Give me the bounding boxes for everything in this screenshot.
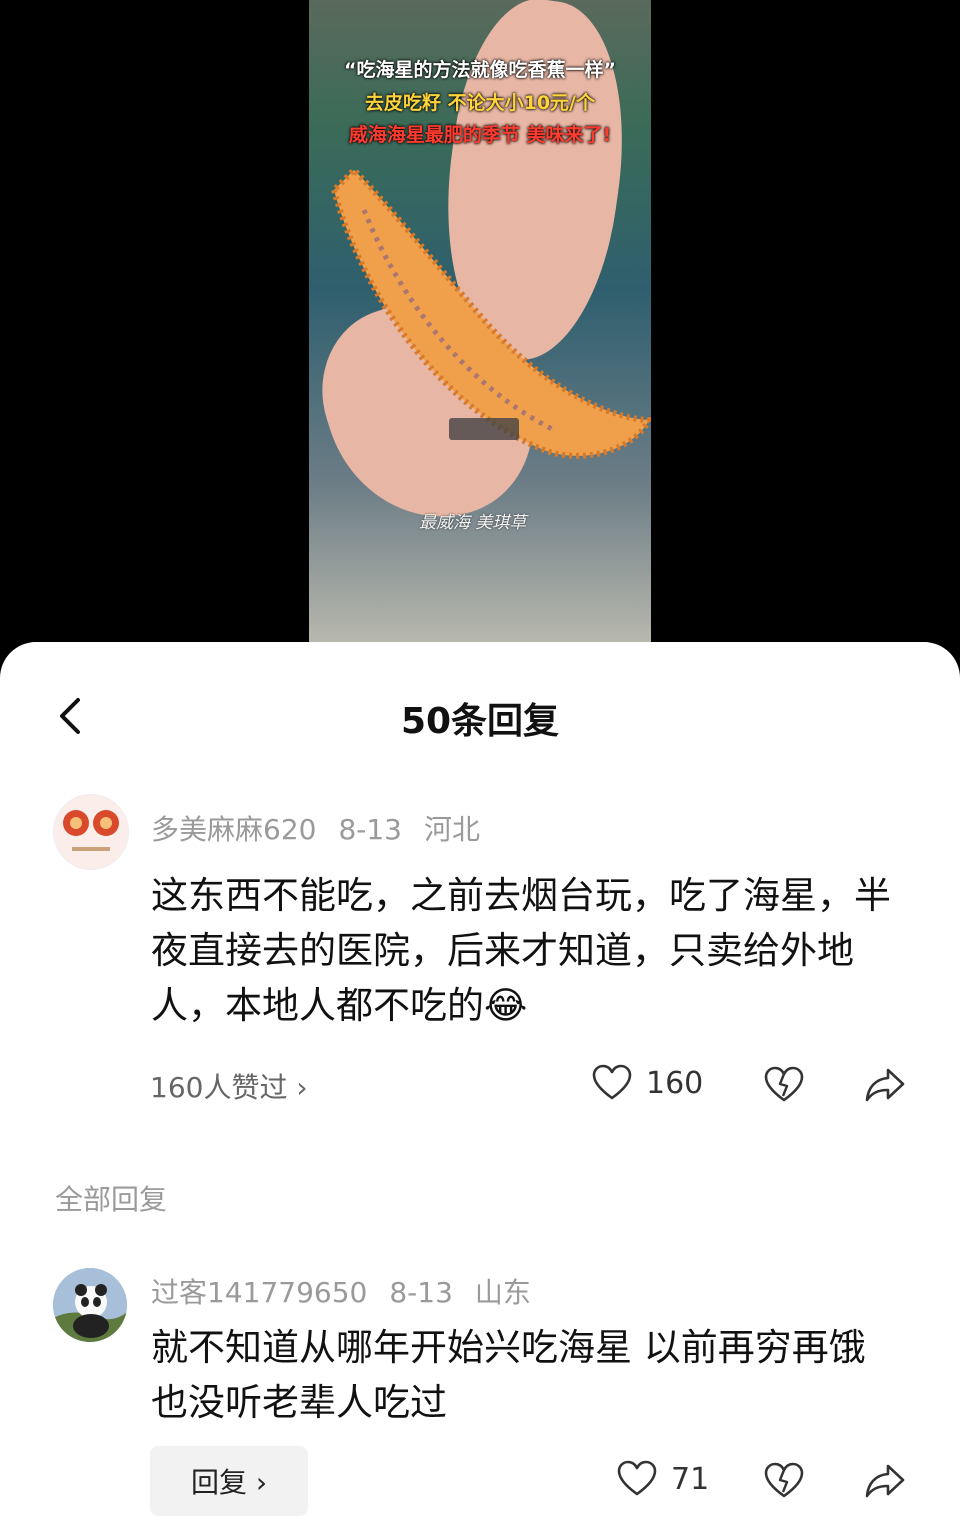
comment-text: 这东西不能吃，之前去烟台玩，吃了海星，半夜直接去的医院，后来才知道，只卖给外地人… [151,868,921,1033]
share-icon [865,1464,905,1498]
avatar[interactable] [53,794,129,870]
replies-sheet: 50条回复 多美麻麻620 8-13 河北 这东西不能吃，之前去烟台玩，吃了海星，半… [0,642,960,1525]
reply-button[interactable]: 回复 › [150,1446,308,1516]
comment-date: 8-13 [338,813,402,846]
username[interactable]: 过客141779650 [151,1276,367,1309]
comment-location: 河北 [424,813,481,846]
like-button[interactable]: 160 [592,1064,703,1102]
reply-text: 就不知道从哪年开始兴吃海星 以前再穷再饿也没听老辈人吃过 [151,1326,866,1424]
dislike-button[interactable] [764,1066,804,1104]
like-count: 71 [671,1461,710,1497]
reply-meta: 过客141779650 8-13 山东 [151,1271,553,1311]
reply-date: 8-13 [389,1276,453,1309]
share-button[interactable] [864,1066,906,1104]
like-count: 160 [646,1065,704,1101]
all-replies-label: 全部回复 [55,1183,168,1216]
video-caption-2: 去皮吃籽 不论大小10元/个 [365,92,595,114]
reply-location: 山东 [474,1276,531,1309]
dislike-icon [764,1066,804,1102]
video-caption-3: 威海海星最肥的季节 美味来了! [348,124,612,146]
heart-icon [617,1460,657,1496]
laughing-emoji-icon: 😂 [484,984,528,1027]
video-watermark: 最威海 美琪草 [419,513,527,533]
share-icon [865,1068,905,1102]
like-button[interactable]: 71 [617,1460,709,1498]
dislike-button[interactable] [764,1462,804,1500]
liked-by-link[interactable]: 160人赞过 › [150,1066,308,1106]
blurred-overlay [449,418,519,440]
heart-icon [592,1064,632,1100]
comment-meta: 多美麻麻620 8-13 河北 [151,808,502,848]
dislike-icon [764,1462,804,1498]
username[interactable]: 多美麻麻620 [151,813,316,846]
avatar[interactable] [53,1268,127,1342]
video-caption-1: “吃海星的方法就像吃香蕉一样” [344,59,616,81]
page-title: 50条回复 [400,701,560,742]
video-player[interactable]: “吃海星的方法就像吃香蕉一样” 去皮吃籽 不论大小10元/个 威海海星最肥的季节… [309,0,651,645]
share-button[interactable] [864,1462,906,1500]
